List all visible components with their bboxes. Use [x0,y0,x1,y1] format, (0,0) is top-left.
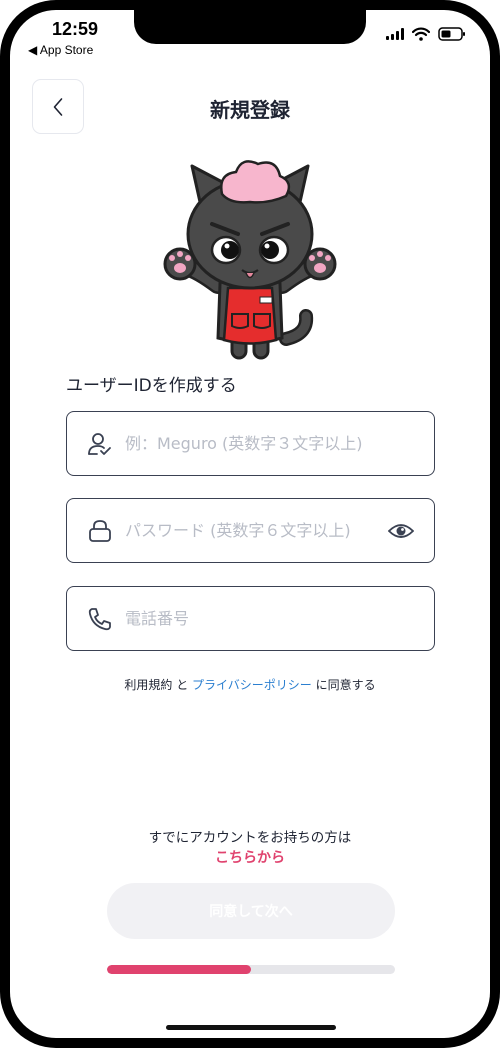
progress-bar [107,965,395,974]
app-store-back-link[interactable]: ◀ App Store [28,43,93,57]
status-time: 12:59 [52,19,99,39]
phone-field[interactable] [66,586,435,651]
terms-link[interactable]: 利用規約 [124,678,172,692]
wifi-icon [412,27,430,41]
lock-icon [87,518,113,544]
home-indicator[interactable] [166,1025,336,1030]
notch [134,10,366,44]
password-input[interactable] [125,521,375,540]
cellular-signal-icon [386,28,404,40]
user-id-input[interactable] [125,434,375,453]
section-label: ユーザーIDを作成する [66,376,237,396]
eye-icon[interactable] [387,519,415,543]
user-id-field[interactable] [66,411,435,476]
progress-fill [107,965,251,974]
terms-suffix: に同意する [315,678,376,692]
cat-mascot-illustration [163,160,337,360]
password-field[interactable] [66,498,435,563]
phone-icon [87,606,113,632]
phone-input[interactable] [125,609,375,628]
terms-connector: と [176,678,189,692]
status-icons [386,26,466,42]
agree-next-button[interactable]: 同意して次へ [107,883,395,939]
battery-icon [438,27,465,41]
screen: 12:59 ◀ App Store 新規登録 ユーザーIDを作成する 例：Meg… [10,10,490,1038]
user-check-icon [87,431,113,457]
terms-agreement: 利用規約 と プライバシーポリシー に同意する [10,676,490,693]
login-link[interactable]: こちらから [10,847,490,867]
phone-frame: 12:59 ◀ App Store 新規登録 ユーザーIDを作成する 例：Meg… [0,0,500,1048]
privacy-policy-link[interactable]: プライバシーポリシー [192,678,312,692]
login-prompt-text: すでにアカウントをお持ちの方は [148,830,352,846]
page-title: 新規登録 [210,98,290,122]
